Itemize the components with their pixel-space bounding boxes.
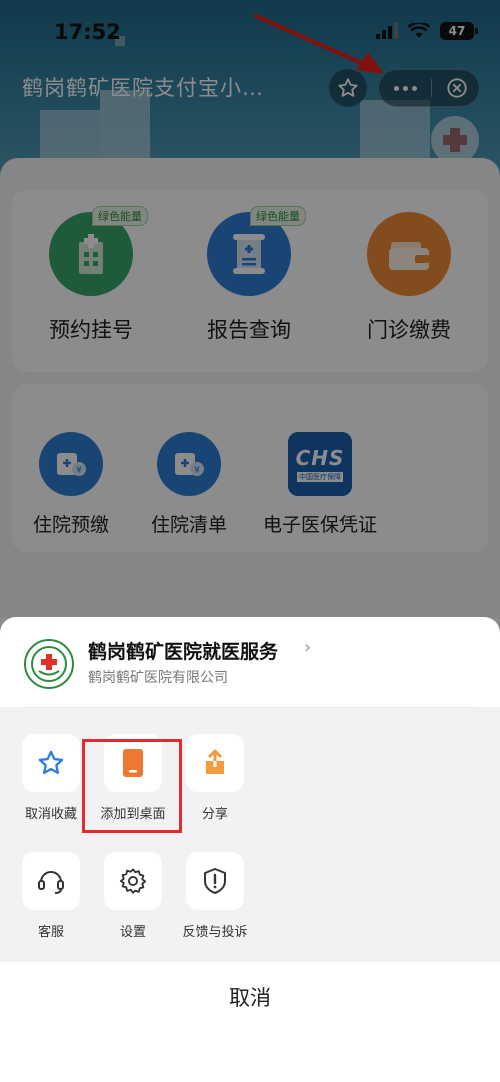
cancel-button[interactable]: 取消 [0,982,500,1012]
annotation-highlight-box [82,739,182,833]
share-button[interactable]: 分享 [174,734,256,822]
action-label: 取消收藏 [24,807,77,822]
gear-icon [119,868,147,894]
action-label: 设置 [119,925,146,940]
action-label: 客服 [37,925,64,940]
customer-service-button[interactable]: 客服 [10,852,92,940]
shield-alert-icon [204,868,226,894]
chevron-right-icon[interactable]: › [304,637,311,658]
share-icon [206,749,224,774]
action-label: 分享 [201,807,228,822]
mini-program-company: 鹤岗鹤矿医院有限公司 [88,670,228,686]
action-sheet: 鹤岗鹤矿医院就医服务 › 鹤岗鹤矿医院有限公司 取消收藏 添加到桌面 分享 客服… [0,617,500,1082]
action-label: 反馈与投诉 [182,925,248,940]
star-outline-icon [38,750,64,775]
hospital-logo-icon [24,639,74,689]
feedback-complaint-button[interactable]: 反馈与投诉 [174,852,256,940]
settings-button[interactable]: 设置 [92,852,174,940]
divider [24,707,476,708]
cancel-area: 取消 [0,962,500,1082]
headset-icon [38,871,64,894]
mini-program-name[interactable]: 鹤岗鹤矿医院就医服务 [88,637,278,664]
unfavorite-button[interactable]: 取消收藏 [10,734,92,822]
